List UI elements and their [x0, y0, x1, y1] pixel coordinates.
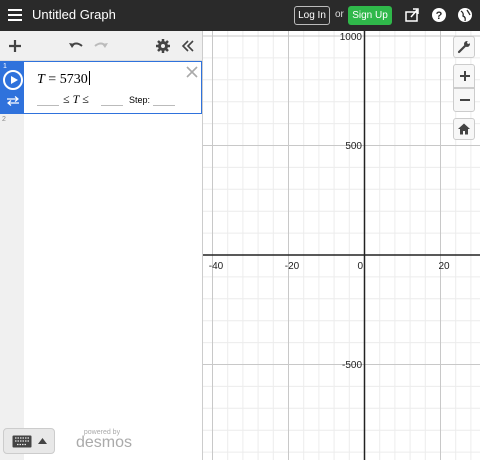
formula-value: 5730 [59, 72, 88, 87]
wrench-icon [457, 41, 470, 54]
expression-toolbar [0, 31, 203, 61]
x-tick-label: 20 [438, 261, 450, 272]
slider-range-label: ≤ T ≤ [63, 92, 89, 107]
powered-by-logo[interactable]: powered by desmos [76, 429, 133, 452]
graph-paper[interactable]: -40 -20 0 20 1000 500 -500 [203, 31, 480, 460]
y-tick-label: -500 [342, 360, 362, 371]
close-icon[interactable] [185, 65, 199, 79]
expression-formula[interactable]: T = 5730 [37, 71, 90, 88]
x-tick-label: -40 [209, 261, 224, 272]
expression-list: 1 T = 5730 ≤ T ≤ Step: 2 [0, 61, 203, 460]
expression-item-1[interactable]: 1 T = 5730 ≤ T ≤ Step: [0, 61, 202, 114]
loop-icon[interactable] [6, 96, 20, 106]
graph-title[interactable]: Untitled Graph [32, 7, 116, 22]
slider-max-input[interactable] [101, 105, 123, 106]
range-symbol-right: ≤ [79, 92, 89, 106]
range-symbol-left: ≤ [63, 92, 73, 106]
login-button[interactable]: Log In [294, 6, 330, 25]
zoom-in-button[interactable] [453, 64, 475, 88]
step-label: Step: [129, 95, 151, 105]
expression-index: 1 [3, 63, 7, 70]
settings-icon[interactable] [155, 38, 171, 54]
expression-gutter-active: 1 [1, 62, 24, 113]
major-grid [203, 31, 480, 460]
x-tick-label: -20 [285, 261, 300, 272]
play-slider-button[interactable] [3, 70, 23, 90]
default-viewport-button[interactable] [453, 118, 475, 140]
zoom-out-icon [460, 99, 470, 101]
globe-icon[interactable] [457, 7, 473, 23]
text-cursor [88, 71, 90, 85]
share-icon[interactable] [404, 7, 420, 23]
or-text: or [335, 9, 344, 20]
add-icon[interactable] [7, 38, 23, 54]
slider-min-input[interactable] [37, 105, 59, 106]
expression-index-2: 2 [2, 116, 6, 123]
graph-settings-button[interactable] [453, 36, 475, 58]
undo-icon[interactable] [68, 38, 84, 54]
signup-button[interactable]: Sign Up [348, 6, 392, 25]
slider-step-input[interactable] [153, 105, 175, 106]
x-tick-label: 0 [357, 261, 363, 272]
svg-text:?: ? [436, 10, 443, 22]
formula-variable: T [37, 72, 45, 87]
y-tick-label: 500 [345, 141, 362, 152]
minor-grid [203, 31, 480, 460]
zoom-out-button[interactable] [453, 88, 475, 112]
help-icon[interactable]: ? [431, 7, 447, 23]
desmos-brand: desmos [76, 434, 133, 451]
caret-up-icon [38, 438, 47, 444]
collapse-icon[interactable] [180, 38, 196, 54]
keyboard-toggle-button[interactable] [3, 428, 55, 454]
formula-operator: = [44, 72, 60, 87]
play-icon [11, 76, 18, 84]
y-tick-label: 1000 [340, 32, 363, 43]
keyboard-icon [12, 435, 32, 448]
zoom-in-icon [460, 71, 470, 81]
redo-icon[interactable] [93, 38, 109, 54]
slider-range: ≤ T ≤ Step: [37, 92, 197, 108]
home-icon [458, 123, 470, 135]
menu-icon[interactable] [8, 9, 22, 21]
top-bar: Untitled Graph Log In or Sign Up ? [0, 0, 480, 31]
